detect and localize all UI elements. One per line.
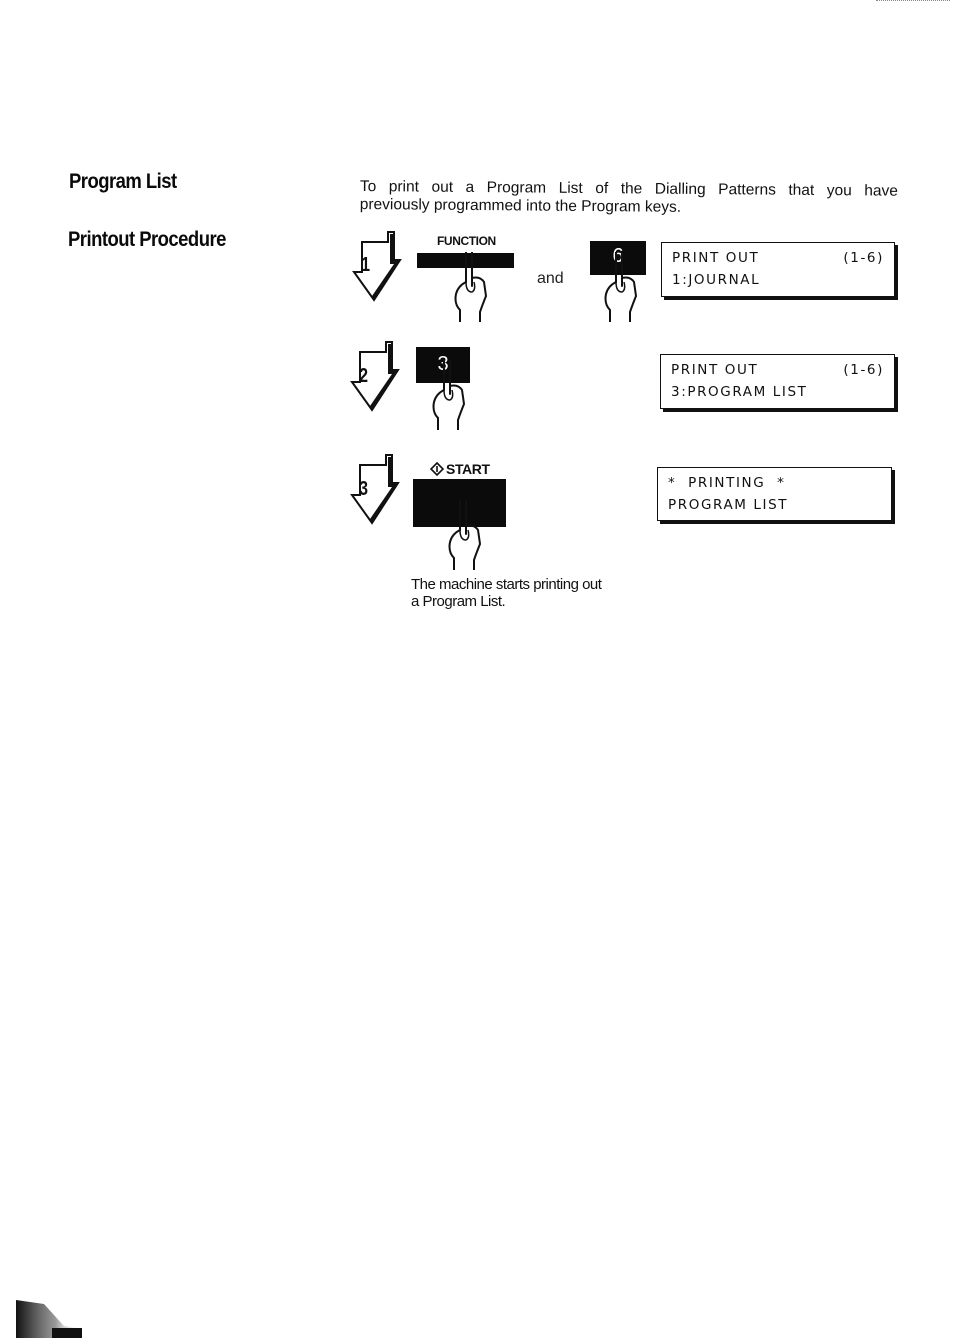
- hand-press-icon: [444, 252, 494, 322]
- lcd-line-2: PROGRAM LIST: [668, 497, 789, 513]
- hand-press-icon: [438, 500, 488, 570]
- start-key-label: START: [430, 461, 490, 477]
- and-connector: and: [537, 270, 564, 287]
- step-3-arrow-icon: [348, 453, 402, 525]
- lcd-display-step-3: * PRINTING * PROGRAM LIST: [657, 467, 892, 521]
- step-3-note: The machine starts printing out a Progra…: [411, 576, 602, 610]
- hand-press-icon: [594, 252, 644, 322]
- lcd-range: (1-6): [843, 250, 884, 266]
- note-line-2: a Program List.: [411, 593, 506, 610]
- step-2-arrow-icon: [348, 340, 402, 412]
- start-diamond-icon: [430, 462, 444, 476]
- scan-edge-dots: [876, 0, 950, 3]
- function-key-label: FUNCTION: [437, 234, 496, 248]
- lcd-line-2: 3:PROGRAM LIST: [671, 384, 808, 400]
- lcd-line-2: 1:JOURNAL: [672, 272, 761, 288]
- lcd-display-step-2: PRINT OUT (1-6) 3:PROGRAM LIST: [660, 354, 895, 409]
- intro-paragraph: To print out a Program List of the Diall…: [360, 178, 898, 219]
- lcd-display-step-1: PRINT OUT (1-6) 1:JOURNAL: [661, 242, 895, 297]
- step-1-number: 1: [361, 254, 371, 276]
- note-line-1: The machine starts printing out: [411, 576, 602, 593]
- step-1-arrow-icon: [350, 230, 404, 302]
- scan-smudge: [16, 1300, 82, 1338]
- lcd-line-1: PRINT OUT: [672, 250, 760, 266]
- hand-press-icon: [422, 360, 472, 430]
- step-3-number: 3: [359, 478, 369, 500]
- section-title: Program List: [69, 170, 177, 193]
- lcd-range: (1-6): [843, 362, 884, 378]
- lcd-line-1: PRINT OUT: [671, 362, 759, 378]
- intro-line-2: previously programmed into the Program k…: [359, 195, 682, 216]
- lcd-line-1: * PRINTING *: [668, 475, 786, 491]
- step-2-number: 2: [359, 365, 369, 387]
- section-subtitle: Printout Procedure: [68, 228, 226, 251]
